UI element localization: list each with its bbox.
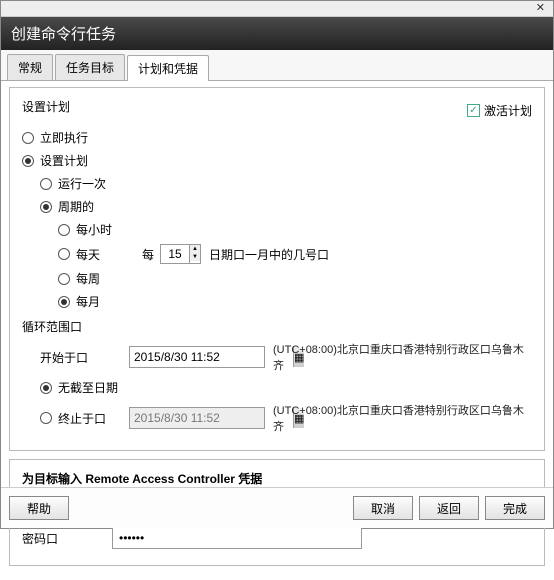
radio-no-end-date[interactable]: 无截至日期	[40, 379, 532, 396]
radio-icon	[40, 178, 52, 190]
cancel-button[interactable]: 取消	[353, 496, 413, 520]
help-button[interactable]: 帮助	[9, 496, 69, 520]
close-icon[interactable]: ✕	[536, 2, 545, 14]
back-button[interactable]: 返回	[419, 496, 479, 520]
start-date-input[interactable]	[130, 347, 293, 367]
radio-icon	[40, 382, 52, 394]
radio-icon	[40, 201, 52, 213]
recurrence-range-title: 循环范围口	[22, 318, 82, 335]
daily-label: 每天	[76, 246, 100, 263]
end-date-field: ▦	[129, 407, 265, 429]
radio-icon	[22, 132, 34, 144]
end-date-label: 终止于口	[58, 410, 106, 427]
schedule-panel: 设置计划 ✓ 激活计划 立即执行 设置计划 运行一次 周期的	[9, 87, 545, 451]
password-label: 密码口	[22, 530, 112, 547]
schedule-section-title: 设置计划	[22, 98, 70, 115]
weekly-label: 每周	[76, 270, 100, 287]
run-now-label: 立即执行	[40, 129, 88, 146]
activate-schedule-checkbox[interactable]: ✓ 激活计划	[467, 102, 532, 119]
radio-end-date[interactable]: 终止于口	[40, 410, 129, 427]
spinner-up-icon[interactable]: ▲	[190, 245, 200, 253]
run-once-label: 运行一次	[58, 175, 106, 192]
radio-run-now[interactable]: 立即执行	[22, 129, 532, 146]
every-suffix: 日期口一月中的几号口	[209, 246, 329, 263]
monthly-label: 每月	[76, 293, 100, 310]
set-schedule-label: 设置计划	[40, 152, 88, 169]
dialog-title: 创建命令行任务	[1, 17, 553, 50]
radio-daily[interactable]: 每天	[58, 246, 142, 263]
radio-icon	[22, 155, 34, 167]
window-controls: ✕	[1, 1, 553, 17]
finish-button[interactable]: 完成	[485, 496, 545, 520]
radio-weekly[interactable]: 每周	[58, 270, 532, 287]
hourly-label: 每小时	[76, 221, 112, 238]
spinner-down-icon[interactable]: ▼	[190, 253, 200, 261]
no-end-date-label: 无截至日期	[58, 379, 118, 396]
start-date-field[interactable]: ▦	[129, 346, 265, 368]
day-of-month-input[interactable]	[161, 245, 189, 263]
end-date-input	[130, 408, 293, 428]
activate-schedule-label: 激活计划	[484, 102, 532, 119]
radio-set-schedule[interactable]: 设置计划	[22, 152, 532, 169]
periodic-label: 周期的	[58, 198, 94, 215]
radio-hourly[interactable]: 每小时	[58, 221, 532, 238]
tab-target[interactable]: 任务目标	[55, 54, 125, 80]
start-timezone-text: (UTC+08:00)北京口重庆口香港特别行政区口乌鲁木齐	[273, 341, 532, 373]
radio-icon	[58, 296, 70, 308]
tab-general[interactable]: 常规	[7, 54, 53, 80]
radio-monthly[interactable]: 每月	[58, 293, 532, 310]
dialog-footer: 帮助 取消 返回 完成	[1, 487, 553, 528]
radio-icon	[58, 224, 70, 236]
radio-run-once[interactable]: 运行一次	[40, 175, 532, 192]
checkbox-icon: ✓	[467, 104, 480, 117]
tab-bar: 常规 任务目标 计划和凭据	[1, 50, 553, 81]
end-timezone-text: (UTC+08:00)北京口重庆口香港特别行政区口乌鲁木齐	[273, 402, 532, 434]
day-of-month-spinner[interactable]: ▲ ▼	[160, 244, 201, 264]
radio-icon	[40, 412, 52, 424]
credentials-title: 为目标输入 Remote Access Controller 凭据	[22, 470, 532, 487]
start-date-label: 开始于口	[40, 349, 129, 366]
radio-periodic[interactable]: 周期的	[40, 198, 532, 215]
every-prefix: 每	[142, 246, 154, 263]
radio-icon	[58, 248, 70, 260]
dialog-window: ✕ 创建命令行任务 常规 任务目标 计划和凭据 设置计划 ✓ 激活计划 立即执行…	[0, 0, 554, 529]
radio-icon	[58, 273, 70, 285]
tab-schedule[interactable]: 计划和凭据	[127, 55, 209, 81]
password-input[interactable]	[112, 527, 362, 549]
